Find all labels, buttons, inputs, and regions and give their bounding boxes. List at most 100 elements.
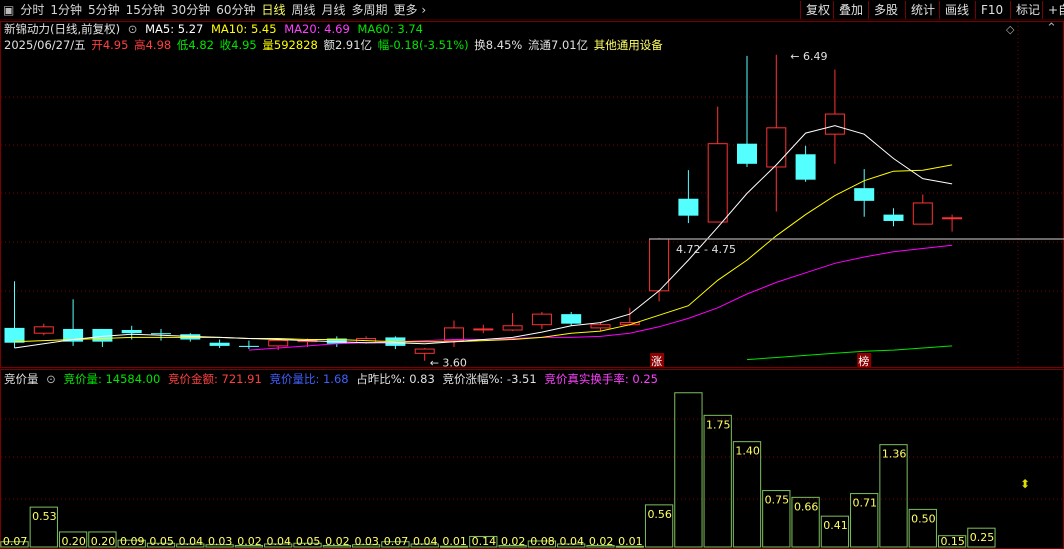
auction-bar-label: 0.05 xyxy=(149,535,174,548)
auction-bar-label: 0.05 xyxy=(296,535,321,548)
candle xyxy=(766,54,787,212)
auction-bar-label: 1.40 xyxy=(735,445,760,458)
auction-bar-label: 0.02 xyxy=(325,535,350,548)
auction-bar xyxy=(674,392,703,548)
main-kline-panel[interactable]: 4.72 - 4.75 ← 6.49 ← 3.60 涨 榜 新锦动力(日线,前复权) ⊙… xyxy=(0,21,1064,370)
candle xyxy=(33,323,54,336)
candle-body xyxy=(737,143,757,164)
candle-body xyxy=(707,143,728,223)
ma60-line xyxy=(746,345,953,361)
toolbar-button-3[interactable]: 统计 xyxy=(905,1,940,19)
auction-bar-label: 0.20 xyxy=(91,535,116,548)
auction-bar-label: 0.07 xyxy=(3,535,28,548)
toolbar-button-1[interactable]: 叠加 xyxy=(833,1,868,19)
auction-chg-pct: 竞价涨幅%: -3.51 xyxy=(442,372,537,386)
auction-toggle-icon[interactable]: ⊙ xyxy=(46,372,56,386)
auction-bar-label: 1.36 xyxy=(882,448,907,461)
auction-bar-label: 0.56 xyxy=(647,508,672,521)
period-tab-9[interactable]: 多周期 xyxy=(349,0,391,20)
ma10-value: MA10: 5.45 xyxy=(211,22,277,36)
period-tab-0[interactable]: 分时 xyxy=(17,0,47,20)
auction-bar-label: 1.75 xyxy=(706,418,731,431)
auction-volume-chart[interactable]: 0.07 0.53 0.20 0.20 0.09 0.05 0.04 0.03 0.02 0.04… xyxy=(0,369,1064,549)
auction-bar-label: 0.41 xyxy=(823,519,848,532)
period-tab-3[interactable]: 15分钟 xyxy=(123,0,168,20)
candle-body xyxy=(151,333,171,335)
period-tab-8[interactable]: 月线 xyxy=(319,0,349,20)
auction-bar-label: 0.75 xyxy=(765,494,790,507)
candle-body xyxy=(561,314,582,324)
period-tab-10[interactable]: 更多 › xyxy=(391,0,430,20)
candle-body xyxy=(942,217,963,220)
candle xyxy=(473,324,494,334)
auction-bar-label: 0.03 xyxy=(354,535,379,548)
quote-concept[interactable]: 其他通用设备 xyxy=(594,38,663,52)
stock-title: 新锦动力(日线,前复权) xyxy=(4,22,121,36)
quote-date: 2025/06/27/五 xyxy=(4,38,86,52)
auction-prev-pct: 占昨比%: 0.83 xyxy=(356,372,435,386)
candle xyxy=(795,145,816,182)
scroll-icon[interactable]: ⬍ xyxy=(1020,477,1030,491)
chevron-left-icon[interactable]: ◇ xyxy=(1006,23,1014,36)
toolbar-button-5[interactable]: F10 xyxy=(975,1,1008,19)
ma-toggle-icon[interactable]: ⊙ xyxy=(128,22,138,36)
candle xyxy=(561,312,582,326)
range-label: 4.72 - 4.75 xyxy=(676,243,736,256)
candle-body xyxy=(209,342,230,346)
toolbar-button-6[interactable]: 标记 xyxy=(1010,1,1045,19)
period-tab-4[interactable]: 30分钟 xyxy=(168,0,213,20)
auction-volume-panel[interactable]: 0.07 0.53 0.20 0.20 0.09 0.05 0.04 0.03 0.02 0.04… xyxy=(0,369,1064,549)
toolbar-button-0[interactable]: 复权 xyxy=(800,1,835,19)
candle xyxy=(737,55,757,167)
auction-bar-label: 0.09 xyxy=(120,535,145,548)
candle-body xyxy=(238,345,259,347)
candle-body xyxy=(912,202,933,225)
candle-body xyxy=(121,330,142,334)
toolbar-button-7[interactable]: +自 xyxy=(1042,1,1064,19)
kline-chart[interactable]: 4.72 - 4.75 ← 6.49 ← 3.60 涨 榜 xyxy=(0,21,1064,370)
auction-info-line: 竞价量 ⊙ 竞价量: 14584.00 竞价金额: 721.91 竞价量比: 1… xyxy=(4,371,662,387)
candle xyxy=(942,214,963,232)
ma20-value: MA20: 4.69 xyxy=(284,22,350,36)
auction-bar-label: 0.15 xyxy=(940,535,965,548)
auction-bar-label: 0.66 xyxy=(794,500,819,513)
period-tab-5[interactable]: 60分钟 xyxy=(213,0,258,20)
toolbar-square-icon[interactable]: ▣ xyxy=(0,0,17,20)
period-tab-6[interactable]: 日线 xyxy=(258,0,288,20)
auction-bar-label: 0.71 xyxy=(853,497,878,510)
auction-bar-label: 0.20 xyxy=(61,535,85,548)
period-tab-7[interactable]: 周线 xyxy=(289,0,319,20)
candle-body xyxy=(473,328,494,331)
candle-body xyxy=(883,214,904,221)
quote-volume: 量592828 xyxy=(262,38,318,52)
period-tab-1[interactable]: 1分钟 xyxy=(47,0,85,20)
ma20-line xyxy=(248,244,953,351)
auction-bar-label: 0.03 xyxy=(208,535,233,548)
period-toolbar: ▣ 分时 1分钟 5分钟 15分钟 30分钟 60分钟 日线 周线 月线 多周期 更多 › 复权 叠加… xyxy=(0,0,1064,20)
auction-bar-label: 0.02 xyxy=(237,535,262,548)
period-list: 分时 1分钟 5分钟 15分钟 30分钟 60分钟 日线 周线 月线 多周期 更多 › xyxy=(17,0,429,20)
candle-body xyxy=(268,340,289,347)
candle-body xyxy=(531,313,552,326)
auction-bar-label: 0.02 xyxy=(501,535,526,548)
auction-amount: 竞价金额: 721.91 xyxy=(168,372,262,386)
toolbar-button-4[interactable]: 画线 xyxy=(939,1,974,19)
candle-body xyxy=(678,198,699,216)
auction-bar-label: 0.14 xyxy=(472,535,497,548)
toolbar-button-2[interactable]: 多股 xyxy=(868,1,903,19)
candle xyxy=(238,340,259,350)
period-tab-2[interactable]: 5分钟 xyxy=(85,0,123,20)
candle-body xyxy=(92,328,113,342)
candle xyxy=(824,69,845,164)
auction-name: 竞价量 xyxy=(4,372,39,386)
ma10-line xyxy=(14,164,953,343)
auction-bar-label: 0.25 xyxy=(970,531,995,544)
candle-body xyxy=(824,113,845,135)
tag-bang: 榜 xyxy=(858,354,869,368)
collapse-icon[interactable]: ⌃ xyxy=(1046,21,1057,36)
candle-body xyxy=(590,324,611,329)
auction-bar-label: 0.04 xyxy=(179,535,204,548)
auction-bar-label: 0.04 xyxy=(267,535,292,548)
candle xyxy=(707,106,728,223)
auction-ratio: 竞价量比: 1.68 xyxy=(269,372,349,386)
